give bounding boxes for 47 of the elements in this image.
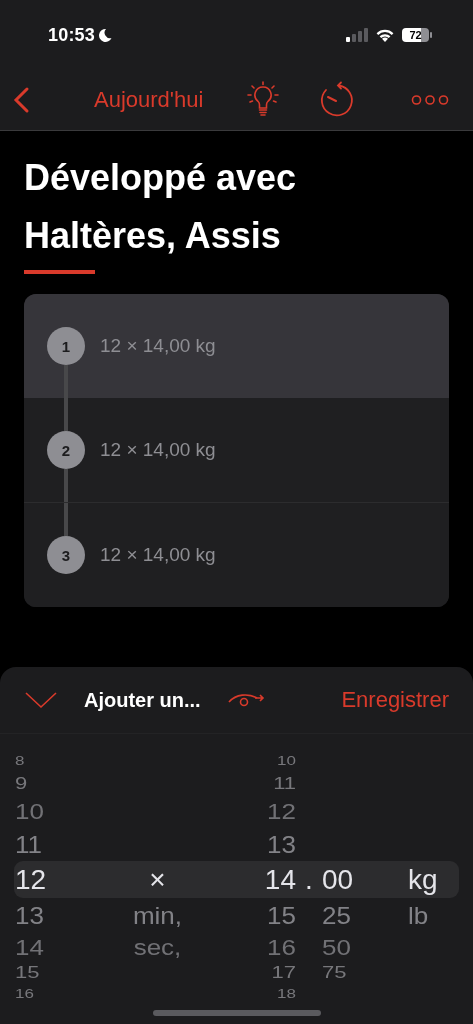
- picker-value[interactable]: 13: [267, 831, 296, 856]
- set-row[interactable]: 3 12 × 14,00 kg: [24, 502, 449, 607]
- picker-value[interactable]: sec,: [133, 935, 182, 958]
- picker-value[interactable]: 14: [15, 935, 44, 958]
- set-summary: 12 × 14,00 kg: [100, 544, 216, 566]
- wifi-icon: [375, 28, 395, 42]
- picker-value[interactable]: 16: [267, 935, 296, 958]
- picker-value[interactable]: 25: [322, 902, 351, 928]
- picker-value[interactable]: 11: [273, 775, 296, 793]
- picker-value[interactable]: 18: [277, 988, 296, 1000]
- back-link[interactable]: Aujourd'hui: [94, 87, 204, 113]
- picker-value[interactable]: 16: [15, 988, 34, 1000]
- picker-value[interactable]: 15: [15, 964, 40, 981]
- picker-value-selected[interactable]: kg: [408, 865, 438, 894]
- collapse-icon[interactable]: [24, 690, 58, 710]
- save-button[interactable]: Enregistrer: [341, 687, 449, 713]
- picker-value[interactable]: 9: [15, 775, 28, 793]
- picker-value[interactable]: 13: [15, 902, 44, 928]
- more-icon[interactable]: [411, 94, 449, 106]
- sheet-title: Ajouter un...: [84, 688, 201, 712]
- picker-value[interactable]: 17: [271, 964, 296, 981]
- lightbulb-icon[interactable]: [245, 81, 282, 119]
- signal-icon: [346, 28, 368, 42]
- picker-value-selected[interactable]: 14: [264, 865, 296, 894]
- picker-value[interactable]: 10: [15, 799, 44, 823]
- picker-value-selected[interactable]: .: [305, 865, 313, 894]
- picker-value[interactable]: lb: [408, 902, 429, 928]
- picker-value-selected[interactable]: ×: [149, 865, 166, 894]
- set-summary: 12 × 14,00 kg: [100, 439, 216, 461]
- picker-value[interactable]: min,: [132, 902, 183, 928]
- picker-value-selected[interactable]: 00: [322, 865, 354, 894]
- picker-value[interactable]: 10: [277, 755, 296, 767]
- picker-value[interactable]: 11: [15, 831, 42, 856]
- set-number: 1: [47, 327, 85, 365]
- picker-value[interactable]: 12: [267, 799, 296, 823]
- picker-value[interactable]: 8: [15, 755, 25, 767]
- set-row[interactable]: 1 12 × 14,00 kg: [24, 294, 449, 398]
- picker-value[interactable]: 75: [322, 964, 347, 981]
- picker-value[interactable]: 15: [267, 902, 296, 928]
- set-number: 3: [47, 536, 85, 574]
- exercise-title: Développé avec Haltères, Assis: [24, 156, 298, 258]
- picker-value[interactable]: 50: [322, 935, 351, 958]
- set-summary: 12 × 14,00 kg: [100, 335, 216, 357]
- moon-icon: [98, 27, 113, 43]
- picker-value-selected[interactable]: 12: [15, 865, 47, 894]
- status-time: 10:53: [48, 24, 96, 46]
- set-number: 2: [47, 431, 85, 469]
